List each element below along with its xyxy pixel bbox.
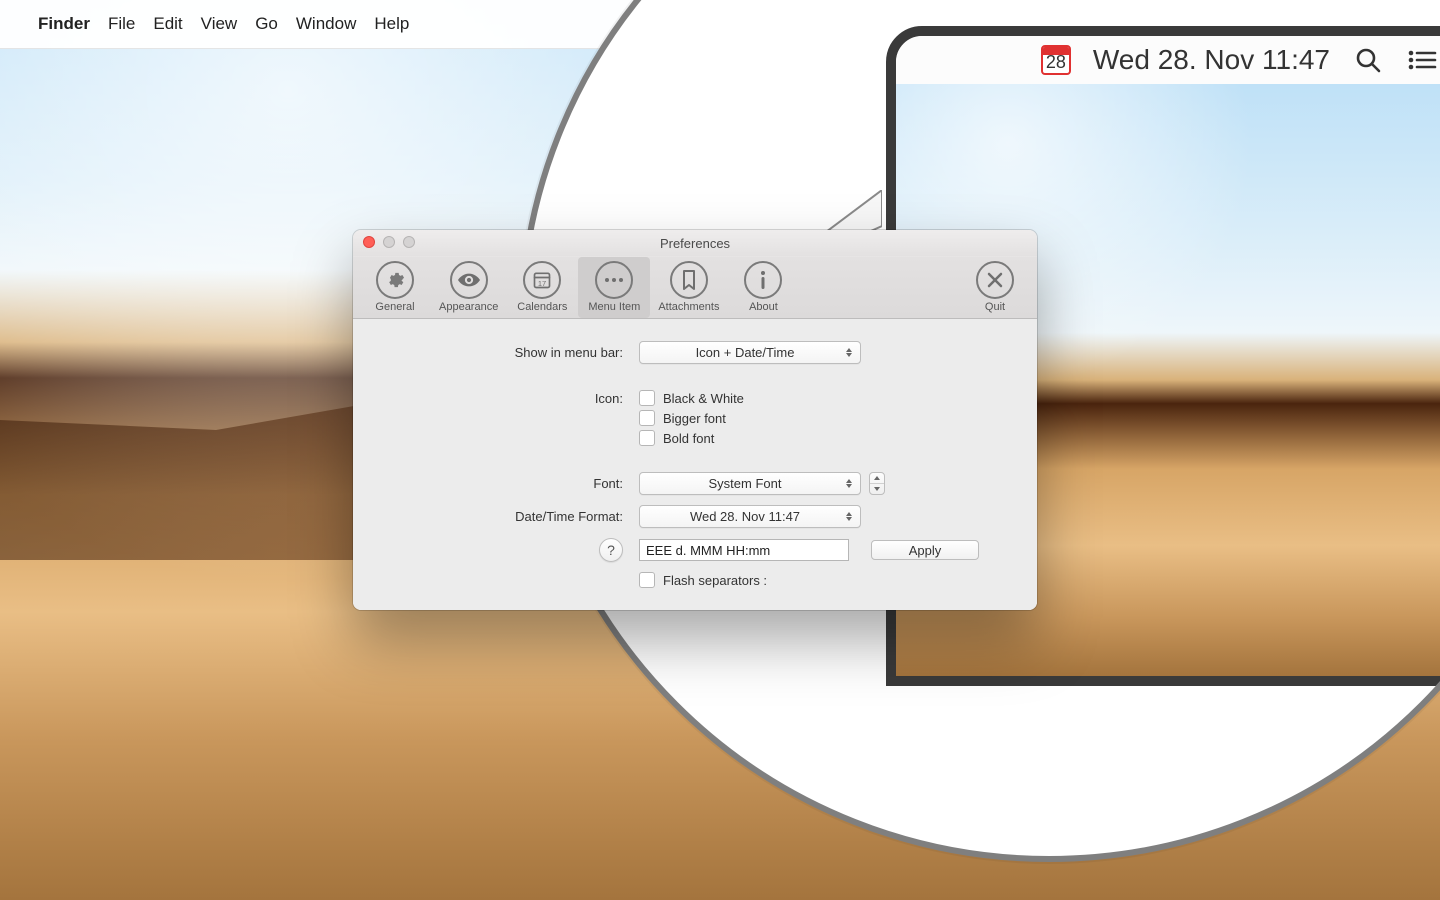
calendar-menubar-icon[interactable]: 28 — [1041, 45, 1071, 75]
info-icon — [744, 261, 782, 299]
flash-separators-checkbox[interactable]: Flash separators : — [639, 572, 767, 588]
minimize-window-button[interactable] — [383, 236, 395, 248]
checkbox-box — [639, 390, 655, 406]
window-title: Preferences — [660, 236, 730, 251]
app-name[interactable]: Finder — [38, 14, 90, 34]
black-white-checkbox[interactable]: Black & White — [639, 390, 744, 406]
tab-calendars[interactable]: 17 Calendars — [506, 257, 578, 318]
traffic-lights — [363, 236, 415, 248]
menu-edit[interactable]: Edit — [153, 14, 182, 34]
checkbox-box — [639, 572, 655, 588]
tab-label: Calendars — [517, 301, 567, 313]
eye-icon — [450, 261, 488, 299]
calendar-day-number: 28 — [1046, 53, 1066, 71]
menu-view[interactable]: View — [201, 14, 238, 34]
font-size-stepper[interactable] — [869, 472, 885, 495]
show-in-menubar-label: Show in menu bar: — [393, 345, 639, 360]
datetime-format-label: Date/Time Format: — [393, 509, 639, 524]
menu-help[interactable]: Help — [374, 14, 409, 34]
bold-font-checkbox[interactable]: Bold font — [639, 430, 714, 446]
window-titlebar[interactable]: Preferences — [353, 230, 1037, 257]
tab-general[interactable]: General — [359, 257, 431, 318]
tab-label: About — [749, 301, 778, 313]
gear-icon — [376, 261, 414, 299]
menu-go[interactable]: Go — [255, 14, 278, 34]
checkbox-box — [639, 410, 655, 426]
tab-label: Appearance — [439, 301, 498, 313]
svg-text:17: 17 — [538, 279, 546, 288]
bigger-font-checkbox[interactable]: Bigger font — [639, 410, 726, 426]
tab-menu-item[interactable]: Menu Item — [578, 257, 650, 318]
tab-label: General — [375, 301, 414, 313]
stepper-down[interactable] — [870, 484, 884, 494]
popup-value: System Font — [709, 476, 782, 491]
checkbox-label: Black & White — [663, 391, 744, 406]
tab-attachments[interactable]: Attachments — [650, 257, 727, 318]
tab-label: Attachments — [658, 301, 719, 313]
font-popup[interactable]: System Font — [639, 472, 861, 495]
calendar-icon: 17 — [523, 261, 561, 299]
tab-label: Quit — [985, 301, 1005, 313]
apply-button[interactable]: Apply — [871, 540, 979, 560]
preferences-toolbar: General Appearance 17 Calendars Menu Ite… — [353, 257, 1037, 319]
stepper-up[interactable] — [870, 473, 884, 484]
close-icon — [976, 261, 1014, 299]
show-in-menubar-popup[interactable]: Icon + Date/Time — [639, 341, 861, 364]
checkbox-box — [639, 430, 655, 446]
datetime-format-input[interactable] — [639, 539, 849, 561]
notification-center-icon[interactable] — [1406, 44, 1438, 76]
font-label: Font: — [393, 476, 639, 491]
tab-appearance[interactable]: Appearance — [431, 257, 506, 318]
tab-label: Menu Item — [588, 301, 640, 313]
tab-about[interactable]: About — [727, 257, 799, 318]
checkbox-label: Bold font — [663, 431, 714, 446]
icon-label: Icon: — [393, 391, 639, 406]
chevron-updown-icon — [841, 508, 857, 525]
popup-value: Icon + Date/Time — [696, 345, 795, 360]
menubar-datetime[interactable]: Wed 28. Nov 11:47 — [1093, 44, 1330, 76]
checkbox-label: Bigger font — [663, 411, 726, 426]
close-window-button[interactable] — [363, 236, 375, 248]
popup-value: Wed 28. Nov 11:47 — [690, 509, 800, 524]
checkbox-label: Flash separators : — [663, 573, 767, 588]
quit-button[interactable]: Quit — [959, 257, 1031, 318]
magnified-menubar: 28 Wed 28. Nov 11:47 — [896, 36, 1440, 84]
chevron-updown-icon — [841, 475, 857, 492]
datetime-format-popup[interactable]: Wed 28. Nov 11:47 — [639, 505, 861, 528]
bookmark-icon — [670, 261, 708, 299]
chevron-updown-icon — [841, 344, 857, 361]
zoom-window-button[interactable] — [403, 236, 415, 248]
spotlight-search-icon[interactable] — [1352, 44, 1384, 76]
menu-window[interactable]: Window — [296, 14, 356, 34]
preferences-content: Show in menu bar: Icon + Date/Time Icon:… — [353, 319, 1037, 610]
help-button[interactable]: ? — [599, 538, 623, 562]
menu-file[interactable]: File — [108, 14, 135, 34]
ellipsis-icon — [595, 261, 633, 299]
preferences-window: Preferences General Appearance 17 Calend… — [353, 230, 1037, 610]
